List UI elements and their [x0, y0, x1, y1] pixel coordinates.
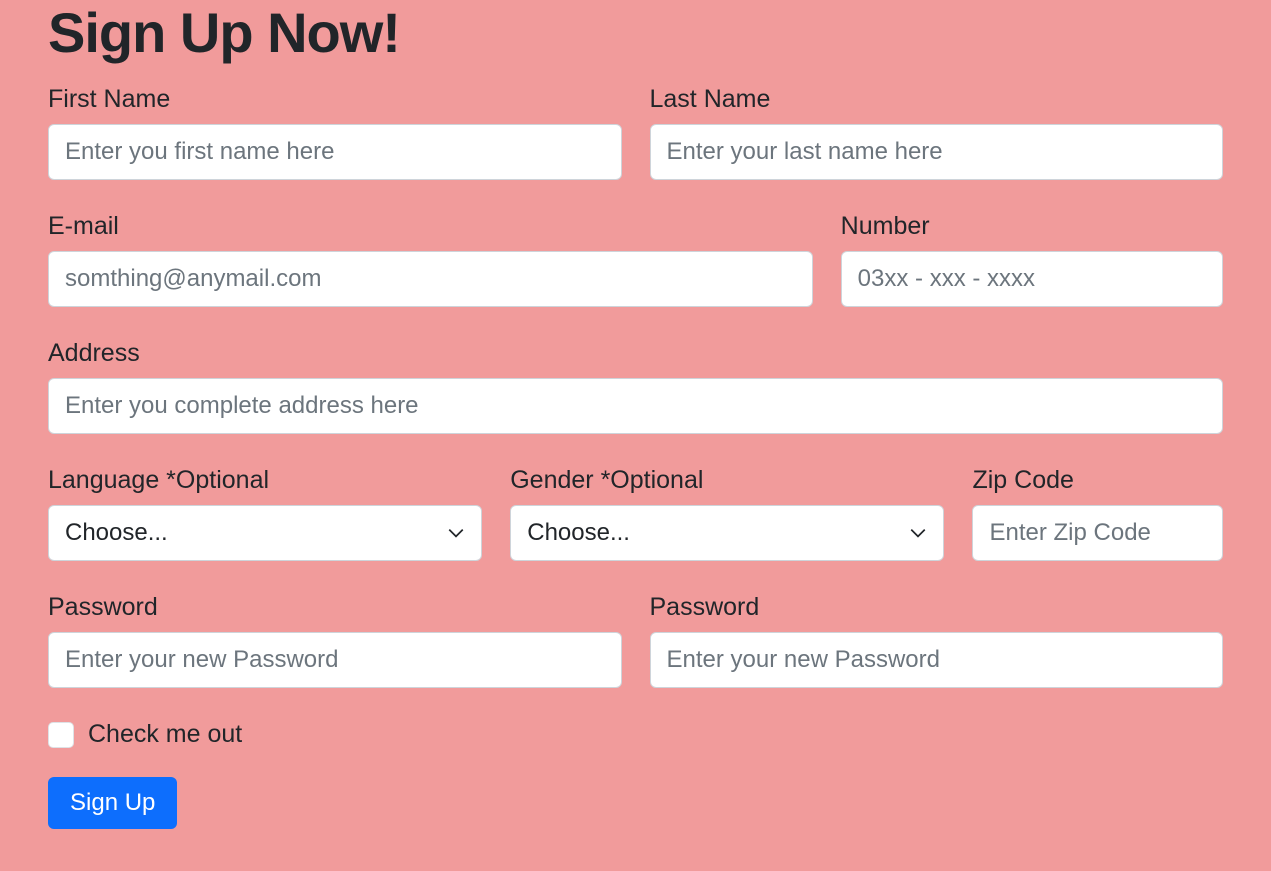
first-name-label: First Name	[48, 85, 622, 114]
address-input[interactable]	[48, 378, 1223, 434]
last-name-label: Last Name	[650, 85, 1224, 114]
language-label: Language *Optional	[48, 466, 482, 495]
gender-select[interactable]: Choose...	[510, 505, 944, 561]
last-name-input[interactable]	[650, 124, 1224, 180]
password-label: Password	[48, 593, 622, 622]
terms-checkbox-label[interactable]: Check me out	[88, 720, 242, 749]
gender-label: Gender *Optional	[510, 466, 944, 495]
language-select[interactable]: Choose...	[48, 505, 482, 561]
email-input[interactable]	[48, 251, 813, 307]
signup-button[interactable]: Sign Up	[48, 777, 177, 829]
number-input[interactable]	[841, 251, 1223, 307]
password-confirm-input[interactable]	[650, 632, 1224, 688]
number-label: Number	[841, 212, 1223, 241]
gender-select-value: Choose...	[527, 519, 630, 547]
signup-form: First Name Last Name E-mail Number Addre…	[48, 85, 1223, 829]
zip-label: Zip Code	[972, 466, 1223, 495]
first-name-input[interactable]	[48, 124, 622, 180]
page-title: Sign Up Now!	[48, 0, 1223, 65]
password-confirm-label: Password	[650, 593, 1224, 622]
terms-checkbox[interactable]	[48, 722, 74, 748]
chevron-down-icon	[447, 524, 465, 542]
password-input[interactable]	[48, 632, 622, 688]
address-label: Address	[48, 339, 1223, 368]
language-select-value: Choose...	[65, 519, 168, 547]
email-label: E-mail	[48, 212, 813, 241]
chevron-down-icon	[909, 524, 927, 542]
zip-input[interactable]	[972, 505, 1223, 561]
